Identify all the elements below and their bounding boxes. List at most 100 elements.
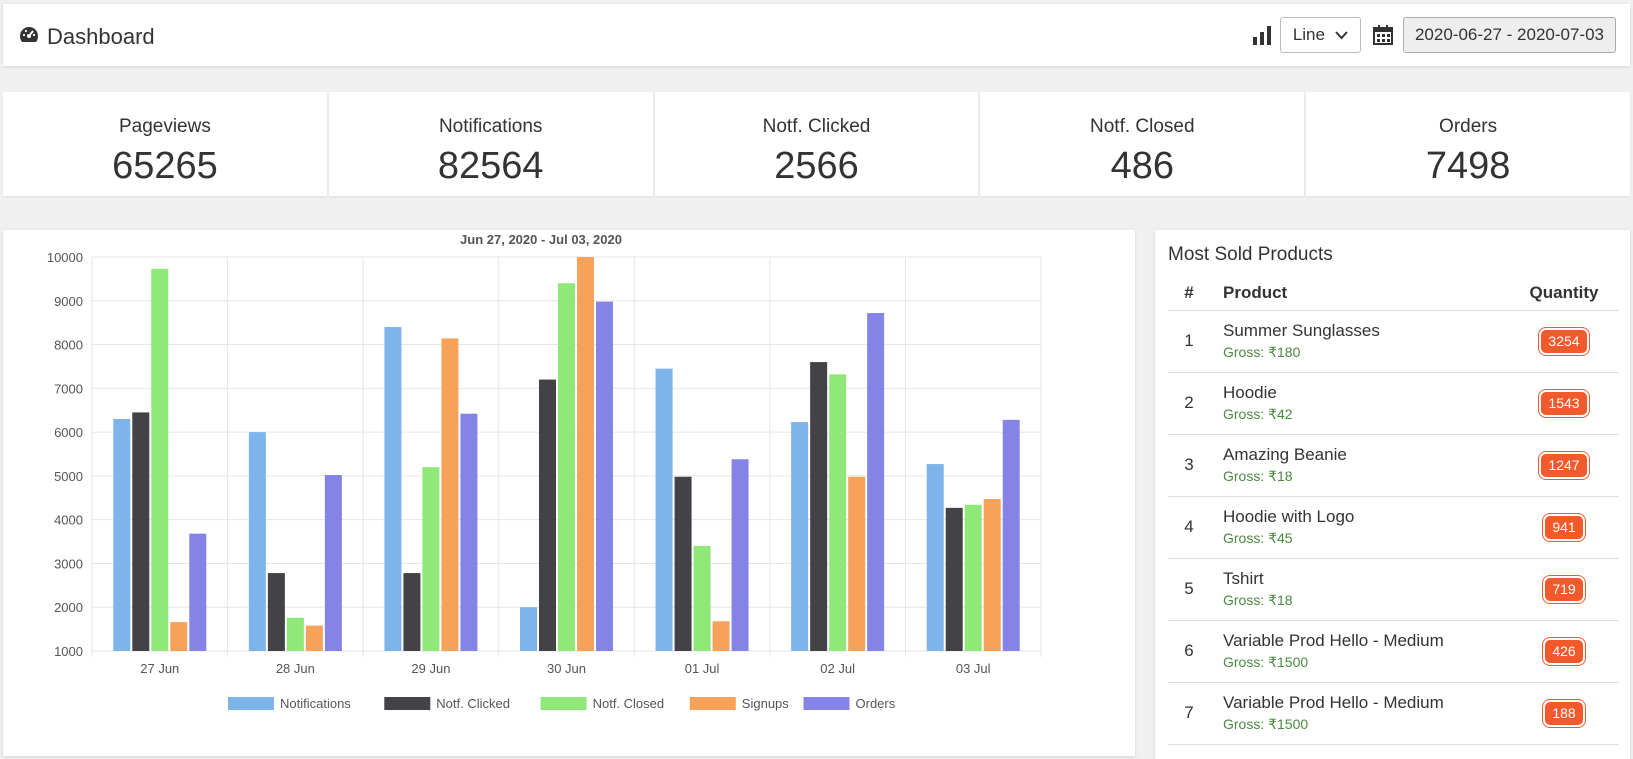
product-gross: Gross: ₹180: [1223, 344, 1301, 360]
legend-label: Orders: [856, 696, 896, 711]
table-row: 1 Summer Sunglasses Gross: ₹180 3254: [1168, 310, 1619, 373]
legend-swatch: [803, 697, 850, 710]
product-gross: Gross: ₹18: [1223, 468, 1293, 484]
bar-chart: Jun 27, 2020 - Jul 03, 2020 1000 2000 3000 4…: [47, 232, 1042, 711]
x-tick-label: 03 Jul: [956, 661, 991, 676]
stat-notf-closed: Notf. Closed 486: [980, 92, 1305, 196]
y-tick-label: 6000: [54, 425, 83, 440]
row-index: 5: [1168, 558, 1210, 621]
date-range-picker[interactable]: 2020-06-27 - 2020-07-03: [1402, 17, 1616, 53]
y-tick-label: 3000: [54, 556, 83, 571]
table-row: 4 Hoodie with Logo Gross: ₹45 941: [1168, 496, 1619, 559]
y-tick-label: 5000: [54, 469, 83, 484]
legend-label: Signups: [742, 696, 789, 711]
bar: [867, 313, 885, 651]
quantity-cell: 941: [1509, 496, 1619, 559]
bar: [945, 507, 963, 651]
bar: [712, 621, 730, 651]
chart-title: Jun 27, 2020 - Jul 03, 2020: [460, 232, 622, 247]
product-cell: Amazing Beanie Gross: ₹18: [1210, 434, 1509, 497]
product-name: Summer Sunglasses: [1223, 321, 1380, 340]
row-index: 3: [1168, 434, 1210, 497]
stat-value: 65265: [112, 145, 218, 187]
product-name: Hoodie with Logo: [1223, 507, 1355, 526]
table-row: 5 Tshirt Gross: ₹18 719: [1168, 558, 1619, 621]
bar: [983, 499, 1001, 651]
x-tick-label: 02 Jul: [820, 661, 855, 676]
panel-title: Most Sold Products: [1168, 244, 1333, 265]
bar: [558, 283, 575, 651]
bar: [674, 476, 692, 651]
bar: [324, 475, 342, 651]
quantity-badge: 1247: [1541, 453, 1587, 477]
bar: [113, 418, 131, 651]
y-tick-label: 9000: [54, 294, 83, 309]
x-tick-label: 01 Jul: [685, 661, 720, 676]
quantity-badge: 3254: [1541, 329, 1587, 353]
title-wrap: Dashboard: [19, 24, 155, 50]
speedometer-icon: [19, 26, 39, 49]
legend-swatch: [540, 697, 587, 710]
bar: [1002, 419, 1020, 651]
table-row: 2 Hoodie Gross: ₹42 1543: [1168, 372, 1619, 435]
x-tick-label: 29 Jun: [411, 661, 450, 676]
stat-notifications: Notifications 82564: [328, 92, 653, 196]
stat-label: Notf. Closed: [1090, 116, 1195, 137]
chart-type-value: Line: [1292, 25, 1325, 44]
bar: [384, 327, 402, 651]
bar: [441, 338, 459, 651]
row-index: 1: [1168, 310, 1210, 373]
product-gross: Gross: ₹45: [1223, 530, 1293, 546]
legend-label: Notf. Closed: [593, 696, 665, 711]
y-tick-label: 4000: [54, 513, 83, 528]
legend-label: Notf. Clicked: [436, 696, 510, 711]
bar: [248, 432, 266, 651]
bar: [132, 412, 150, 651]
bar: [422, 467, 440, 651]
product-cell: Tshirt Gross: ₹18: [1210, 558, 1509, 621]
product-gross: Gross: ₹1500: [1223, 716, 1309, 732]
quantity-badge: 719: [1545, 577, 1583, 601]
bar: [596, 301, 613, 651]
product-cell: Variable Prod Hello - Medium Gross: ₹1500: [1210, 620, 1509, 683]
stats-row: Pageviews 65265 Notifications 82564 Notf…: [3, 92, 1630, 196]
stat-label: Notf. Clicked: [762, 116, 871, 137]
bar: [655, 368, 673, 651]
chart-type-select[interactable]: Line: [1279, 17, 1361, 53]
column-header-index: #: [1168, 276, 1210, 311]
column-header-quantity: Quantity: [1509, 276, 1619, 311]
product-gross: Gross: ₹1500: [1223, 654, 1309, 670]
legend-swatch: [689, 697, 736, 710]
product-cell: Variable Prod Hello - Medium Gross: ₹1500: [1210, 682, 1509, 745]
quantity-badge: 941: [1545, 515, 1583, 539]
x-tick-label: 30 Jun: [547, 661, 586, 676]
product-name: Amazing Beanie: [1223, 445, 1347, 464]
row-index: 7: [1168, 682, 1210, 745]
bar: [305, 625, 323, 651]
bar: [520, 607, 537, 651]
quantity-cell: 1543: [1509, 372, 1619, 435]
stat-label: Pageviews: [118, 116, 211, 137]
page-title: Dashboard: [47, 24, 155, 49]
y-tick-label: 1000: [54, 644, 83, 659]
product-name: Hoodie: [1223, 383, 1277, 402]
stat-value: 82564: [437, 145, 544, 187]
stat-notf-clicked: Notf. Clicked 2566: [654, 92, 979, 196]
row-index: 6: [1168, 620, 1210, 683]
stat-orders: Orders 7498: [1306, 92, 1630, 196]
product-cell: Hoodie with Logo Gross: ₹45: [1210, 496, 1509, 559]
bar: [189, 533, 207, 651]
stat-pageviews: Pageviews 65265: [3, 92, 327, 196]
top-bar: Dashboard Line 2020-06-27 - 2020-07-03: [3, 4, 1630, 66]
bar: [403, 573, 421, 651]
bar: [693, 545, 711, 651]
chart-panel: Jun 27, 2020 - Jul 03, 2020 1000 2000 3000 4…: [3, 230, 1135, 756]
bar: [731, 459, 749, 651]
legend-label: Notifications: [280, 696, 351, 711]
row-index: 2: [1168, 372, 1210, 435]
product-name: Tshirt: [1223, 569, 1264, 588]
bar: [170, 622, 188, 651]
quantity-cell: 1247: [1509, 434, 1619, 497]
legend-swatch: [228, 697, 274, 710]
bar: [460, 413, 478, 651]
